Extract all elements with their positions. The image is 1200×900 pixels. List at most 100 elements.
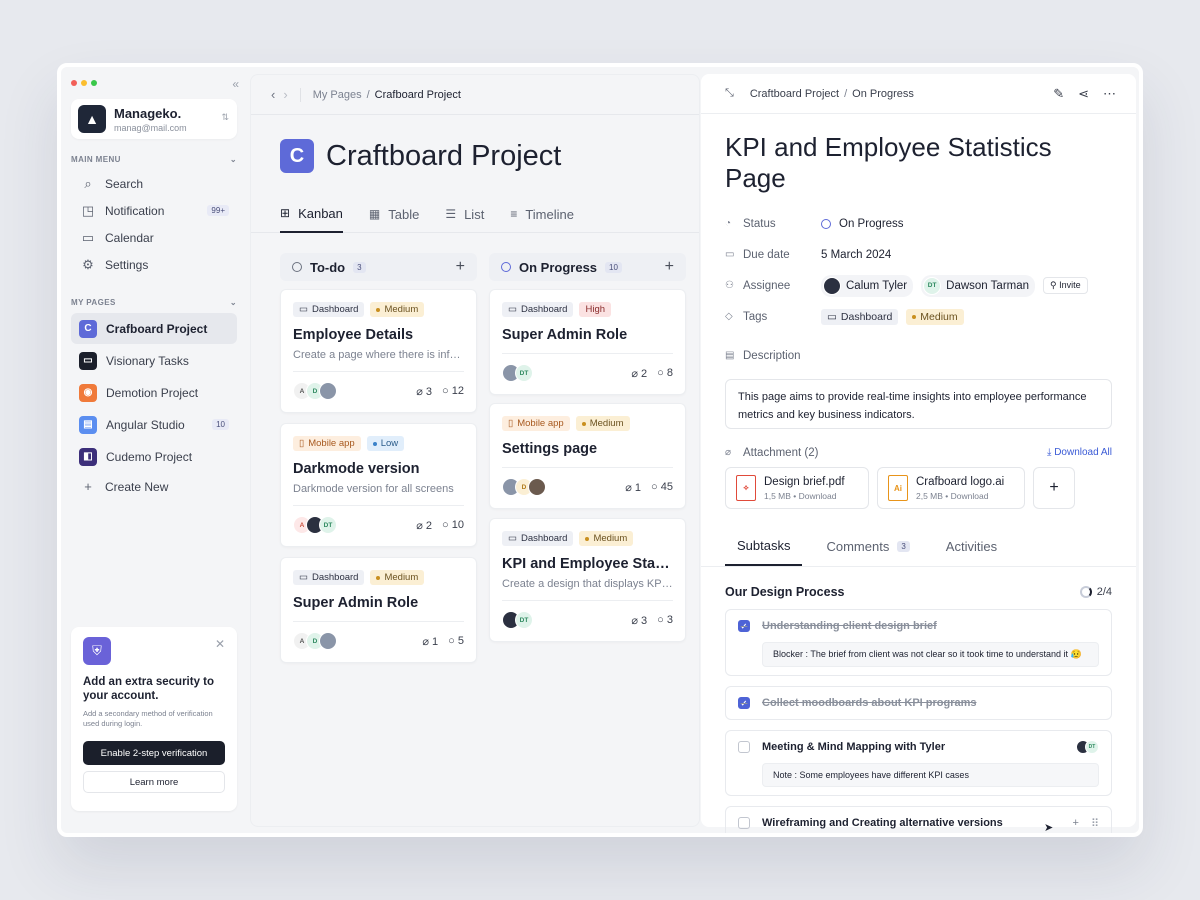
kanban-card[interactable]: ▭ Dashboard Medium Employee Details Creat… <box>280 289 477 413</box>
enable-2fa-button[interactable]: Enable 2-step verification <box>83 741 225 765</box>
attachment-file[interactable]: ⟡ Design brief.pdf 1,5 MB • Download <box>725 467 869 509</box>
phone-icon: ▯ <box>299 438 305 449</box>
sidebar-page-label: Crafboard Project <box>106 321 208 336</box>
expand-icon[interactable]: ⤡ <box>725 87 734 100</box>
back-arrow-icon[interactable]: ‹ <box>271 87 275 102</box>
attachment-file[interactable]: Ai Crafboard logo.ai 2,5 MB • Download <box>877 467 1025 509</box>
file-download-link[interactable]: Download <box>799 491 837 501</box>
sidebar-item-notification[interactable]: ◳ Notification 99+ <box>71 197 237 224</box>
paperclip-icon: ⌀ <box>416 519 423 532</box>
sidebar-item-settings[interactable]: ⚙ Settings <box>71 251 237 278</box>
kanban-card[interactable]: ▭ Dashboard High Super Admin Role DT ⌀ 2 … <box>489 289 686 395</box>
maximize-dot[interactable] <box>91 80 97 86</box>
sidebar-item-calendar[interactable]: ▭ Calendar <box>71 224 237 251</box>
chevron-down-icon[interactable]: ⌄ <box>230 298 237 307</box>
add-attachment-button[interactable]: + <box>1033 467 1075 509</box>
notification-badge: 99+ <box>207 205 229 216</box>
collapse-sidebar-icon[interactable]: « <box>232 77 239 91</box>
description-textarea[interactable]: This page aims to provide real-time insi… <box>725 379 1112 429</box>
kanban-column-todo: To-do 3 + <box>280 253 477 281</box>
tag-label: Mobile app <box>517 418 564 429</box>
attachment-label: Attachment (2) <box>743 447 819 459</box>
file-size: 1,5 MB <box>764 490 791 501</box>
kanban-card[interactable]: ▯ Mobile app Medium Settings page D ⌀ 1 ○… <box>489 403 686 509</box>
sidebar-page-crafboard[interactable]: C Crafboard Project <box>71 313 237 344</box>
kanban-card[interactable]: ▭ Dashboard Medium KPI and Employee Stati… <box>489 518 686 642</box>
panel-topbar: ⤡ Craftboard Project / On Progress ✎ ⋖ ⋯ <box>701 74 1136 114</box>
checkbox[interactable] <box>738 741 750 753</box>
tab-comments[interactable]: Comments 3 <box>826 527 921 566</box>
tab-activities[interactable]: Activities <box>946 527 1009 566</box>
avatar-group: DT <box>502 364 533 382</box>
sidebar: « ▲ Manageko. manag@mail.com ⇅ MAIN MENU… <box>61 67 247 833</box>
status-value[interactable]: On Progress <box>821 218 904 230</box>
main-menu-label: MAIN MENU ⌄ <box>71 155 237 164</box>
sidebar-page-cudemo[interactable]: ◧ Cudemo Project <box>71 441 237 472</box>
checkbox-checked[interactable]: ✓ <box>738 697 750 709</box>
tab-label: Subtasks <box>737 538 791 553</box>
breadcrumb-parent[interactable]: My Pages <box>313 89 362 101</box>
tab-list[interactable]: ☰ List <box>445 195 484 233</box>
create-new-button[interactable]: + Create New <box>71 473 237 500</box>
kanban-icon: ⊞ <box>280 206 291 220</box>
task-title: KPI and Employee Statistics Page <box>725 132 1052 193</box>
comment-value: 5 <box>457 634 464 647</box>
checkbox-checked[interactable]: ✓ <box>738 620 750 632</box>
download-all-link[interactable]: ⤓ Download All <box>1047 447 1112 459</box>
drag-handle-icon[interactable]: ⠿ <box>1091 817 1099 830</box>
kanban-card[interactable]: ▭ Dashboard Medium Super Admin Role A D ⌀… <box>280 557 477 663</box>
tab-timeline[interactable]: ≡ Timeline <box>510 195 574 233</box>
invite-button[interactable]: ⚲ Invite <box>1043 277 1088 294</box>
more-icon[interactable]: ⋯ <box>1103 86 1116 102</box>
assignee-chip[interactable]: Calum Tyler <box>821 274 914 297</box>
add-card-icon[interactable]: + <box>665 258 674 276</box>
progress-value: 2/4 <box>1096 586 1112 598</box>
kanban-card[interactable]: ▯ Mobile app Low Darkmode version Darkmod… <box>280 423 477 547</box>
sidebar-item-search[interactable]: ⌕ Search <box>71 170 237 197</box>
page-header: C Craftboard Project <box>251 139 699 173</box>
tag-label: Dashboard <box>520 304 568 315</box>
prop-label: Description <box>743 349 801 362</box>
prop-label: Due date <box>743 248 790 261</box>
file-download-link[interactable]: Download <box>951 491 989 501</box>
card-description: Create a page where there is information… <box>293 349 464 361</box>
sidebar-page-angular[interactable]: ▤ Angular Studio 10 <box>71 409 237 440</box>
prop-label: Assignee <box>743 279 791 292</box>
tab-table[interactable]: ▦ Table <box>369 195 419 233</box>
sidebar-page-visionary[interactable]: ▭ Visionary Tasks <box>71 345 237 376</box>
divider <box>299 87 301 102</box>
tab-kanban[interactable]: ⊞ Kanban <box>280 195 343 233</box>
attachment-count: ⌀ 2 <box>416 519 432 532</box>
share-icon[interactable]: ⋖ <box>1078 86 1089 102</box>
breadcrumb-parent[interactable]: Craftboard Project <box>750 88 839 100</box>
tab-subtasks[interactable]: Subtasks <box>725 527 803 566</box>
workspace-switcher[interactable]: ▲ Manageko. manag@mail.com ⇅ <box>71 99 237 139</box>
minimize-dot[interactable] <box>81 80 87 86</box>
attachment-list: ⟡ Design brief.pdf 1,5 MB • Download Ai … <box>701 467 1136 509</box>
tag-label: Medium <box>384 304 419 315</box>
subtask-label: Understanding client design brief <box>762 620 937 632</box>
chevron-down-icon[interactable]: ⌄ <box>230 155 237 164</box>
close-dot[interactable] <box>71 80 77 86</box>
learn-more-button[interactable]: Learn more <box>83 771 225 793</box>
assignee-chip[interactable]: DT Dawson Tarman <box>921 274 1036 297</box>
add-subtask-icon[interactable]: + <box>1073 817 1079 829</box>
tag-priority: Medium <box>579 531 634 546</box>
tag-priority[interactable]: Medium <box>906 308 964 325</box>
checkbox[interactable] <box>738 817 750 829</box>
card-title: Employee Details <box>293 327 414 343</box>
comment-icon: ○ <box>442 518 449 531</box>
due-date-value[interactable]: 5 March 2024 <box>821 249 891 261</box>
add-card-icon[interactable]: + <box>456 258 465 276</box>
forward-arrow-icon[interactable]: › <box>283 87 287 102</box>
close-icon[interactable]: ✕ <box>215 637 225 651</box>
comment-icon: ○ <box>657 366 664 379</box>
clock-icon: ◔ <box>725 218 732 229</box>
paperclip-icon: ⌀ <box>422 635 429 648</box>
sidebar-item-label: Notification <box>105 203 165 218</box>
sidebar-page-demotion[interactable]: ◉ Demotion Project <box>71 377 237 408</box>
subtask-item: Wireframing and Creating alternative ver… <box>725 806 1112 833</box>
tag-dashboard[interactable]: ▭ Dashboard <box>821 308 899 325</box>
edit-icon[interactable]: ✎ <box>1053 86 1064 102</box>
column-count: 10 <box>605 261 622 273</box>
